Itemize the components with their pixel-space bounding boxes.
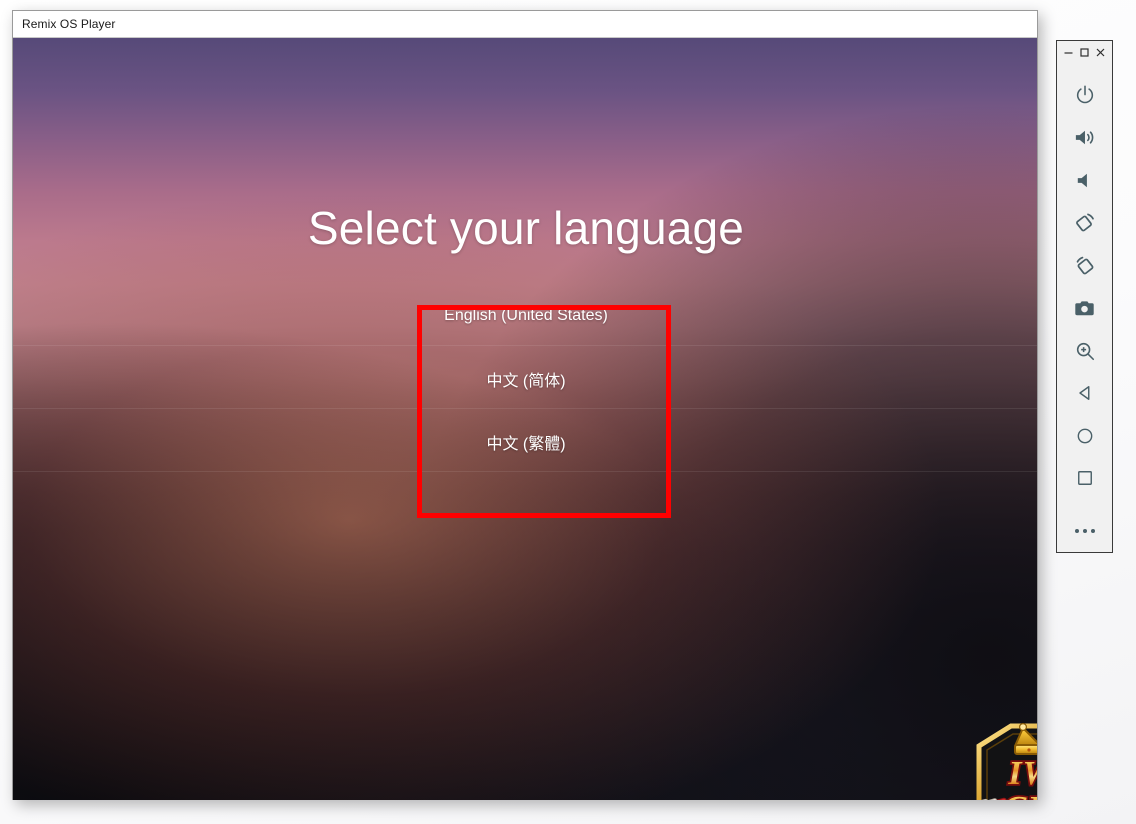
home-button[interactable]: [1056, 415, 1113, 458]
language-option-label: 中文 (繁體): [486, 435, 566, 453]
screenshot-button[interactable]: [1056, 287, 1113, 330]
window-titlebar: Remix OS Player: [13, 11, 1037, 38]
rotate-right-icon: [1073, 254, 1097, 278]
recents-button[interactable]: [1056, 457, 1113, 500]
zoom-in-button[interactable]: [1056, 329, 1113, 372]
more-button[interactable]: [1056, 509, 1113, 552]
volume-up-icon: [1073, 126, 1096, 149]
language-option-label: English (United States): [444, 306, 608, 324]
power-button[interactable]: [1056, 74, 1113, 117]
page-title: Select your language: [307, 202, 745, 254]
more-dots-icon: [1074, 526, 1096, 536]
language-option-english[interactable]: English (United States): [13, 284, 1037, 347]
language-list: English (United States) 中文 (简体) 中文 (繁體): [13, 284, 1037, 473]
recents-square-icon: [1075, 468, 1095, 488]
close-icon[interactable]: [1094, 46, 1107, 59]
rotate-left-button[interactable]: [1056, 202, 1113, 245]
maximize-icon[interactable]: [1078, 46, 1091, 59]
volume-down-button[interactable]: [1056, 159, 1113, 202]
volume-down-icon: [1073, 169, 1096, 192]
home-circle-icon: [1075, 426, 1095, 446]
window-title: Remix OS Player: [22, 17, 116, 31]
zoom-in-icon: [1074, 340, 1096, 362]
camera-icon: [1073, 297, 1096, 320]
player-control-toolbar: [1056, 40, 1113, 553]
minimize-icon[interactable]: [1062, 46, 1075, 59]
remix-os-player-window: Remix OS Player Select your language Eng…: [12, 10, 1038, 800]
language-option-chinese-traditional[interactable]: 中文 (繁體): [13, 410, 1037, 473]
volume-up-button[interactable]: [1056, 116, 1113, 159]
language-option-label: 中文 (简体): [486, 372, 566, 390]
back-triangle-icon: [1075, 383, 1095, 403]
rotate-left-icon: [1073, 211, 1097, 235]
language-option-chinese-simplified[interactable]: 中文 (简体): [13, 347, 1037, 410]
back-button[interactable]: [1056, 372, 1113, 415]
power-icon: [1074, 84, 1096, 106]
window-controls-group: [1057, 41, 1112, 64]
rotate-right-button[interactable]: [1056, 244, 1113, 287]
android-screen: Select your language English (United Sta…: [13, 38, 1037, 800]
